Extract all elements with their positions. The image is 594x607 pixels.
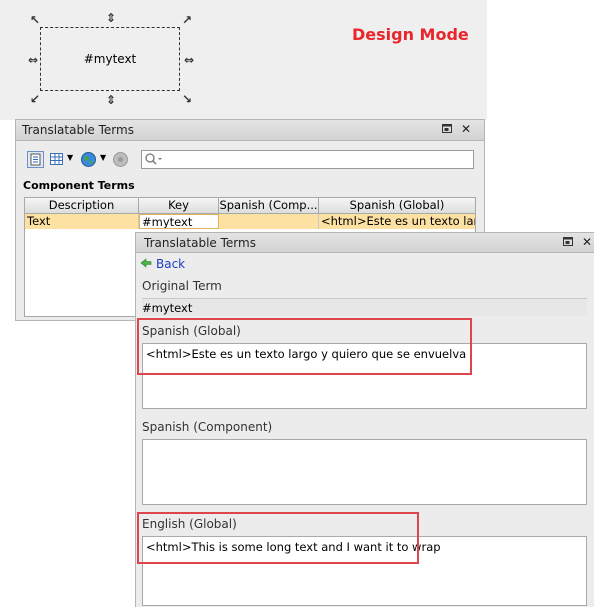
search-input[interactable]: [141, 150, 474, 169]
table-cell: [219, 214, 319, 229]
gear-icon[interactable]: [112, 151, 129, 168]
chevron-down-icon[interactable]: ▼: [67, 153, 73, 162]
table-cell[interactable]: #mytext: [139, 214, 219, 229]
translatable-terms-detail-panel: Translatable Terms ✕ Back Original Term …: [135, 232, 594, 607]
search-icon: [144, 152, 164, 169]
spanish-component-field[interactable]: [142, 439, 587, 505]
panel-toolbar: ▼ ▼: [24, 150, 474, 170]
panel-titlebar: Translatable Terms ✕: [136, 233, 594, 253]
column-header[interactable]: Spanish (Global): [319, 198, 475, 213]
restore-icon[interactable]: [440, 122, 454, 136]
table-view-icon[interactable]: [49, 151, 66, 168]
spanish-global-label: Spanish (Global): [142, 324, 241, 338]
resize-handle-e-icon[interactable]: ⇔: [182, 53, 196, 67]
column-header[interactable]: Description: [25, 198, 139, 213]
close-icon[interactable]: ✕: [580, 235, 594, 249]
chevron-down-icon[interactable]: ▼: [100, 153, 106, 162]
panel-title: Translatable Terms: [144, 236, 256, 250]
globe-icon[interactable]: [80, 151, 97, 168]
table-header: Description Key Spanish (Comp... Spanish…: [25, 198, 475, 214]
spanish-component-label: Spanish (Component): [142, 420, 273, 434]
resize-handle-w-icon[interactable]: ⇔: [26, 53, 40, 67]
table-row[interactable]: Text #mytext <html>Este es un texto lar.…: [25, 214, 475, 229]
text-component[interactable]: #mytext: [40, 27, 180, 91]
component-text: #mytext: [83, 52, 137, 66]
original-term-field: #mytext: [142, 298, 587, 316]
panel-title: Translatable Terms: [22, 123, 134, 137]
english-global-field[interactable]: <html>This is some long text and I want …: [142, 536, 587, 606]
resize-handle-nw-icon[interactable]: ↖: [28, 13, 42, 27]
table-cell: Text: [25, 214, 139, 229]
resize-handle-ne-icon[interactable]: ↗: [180, 13, 194, 27]
panel-titlebar: Translatable Terms ✕: [16, 120, 484, 141]
list-view-icon[interactable]: [27, 151, 44, 168]
back-link[interactable]: Back: [140, 256, 185, 272]
spanish-global-field[interactable]: <html>Este es un texto largo y quiero qu…: [142, 343, 587, 409]
column-header[interactable]: Spanish (Comp...: [219, 198, 319, 213]
resize-handle-se-icon[interactable]: ↘: [180, 92, 194, 106]
original-term-label: Original Term: [142, 279, 222, 293]
back-arrow-icon: [140, 257, 152, 271]
close-icon[interactable]: ✕: [459, 122, 473, 136]
resize-handle-n-icon[interactable]: ⇕: [104, 11, 118, 25]
column-header[interactable]: Key: [139, 198, 219, 213]
resize-handle-s-icon[interactable]: ⇕: [104, 93, 118, 107]
table-cell: <html>Este es un texto lar...: [321, 214, 475, 228]
component-terms-label: Component Terms: [23, 179, 135, 192]
restore-icon[interactable]: [561, 235, 575, 249]
english-global-label: English (Global): [142, 517, 237, 531]
back-label: Back: [156, 257, 186, 271]
design-mode-label: Design Mode: [352, 25, 469, 44]
resize-handle-sw-icon[interactable]: ↙: [28, 92, 42, 106]
